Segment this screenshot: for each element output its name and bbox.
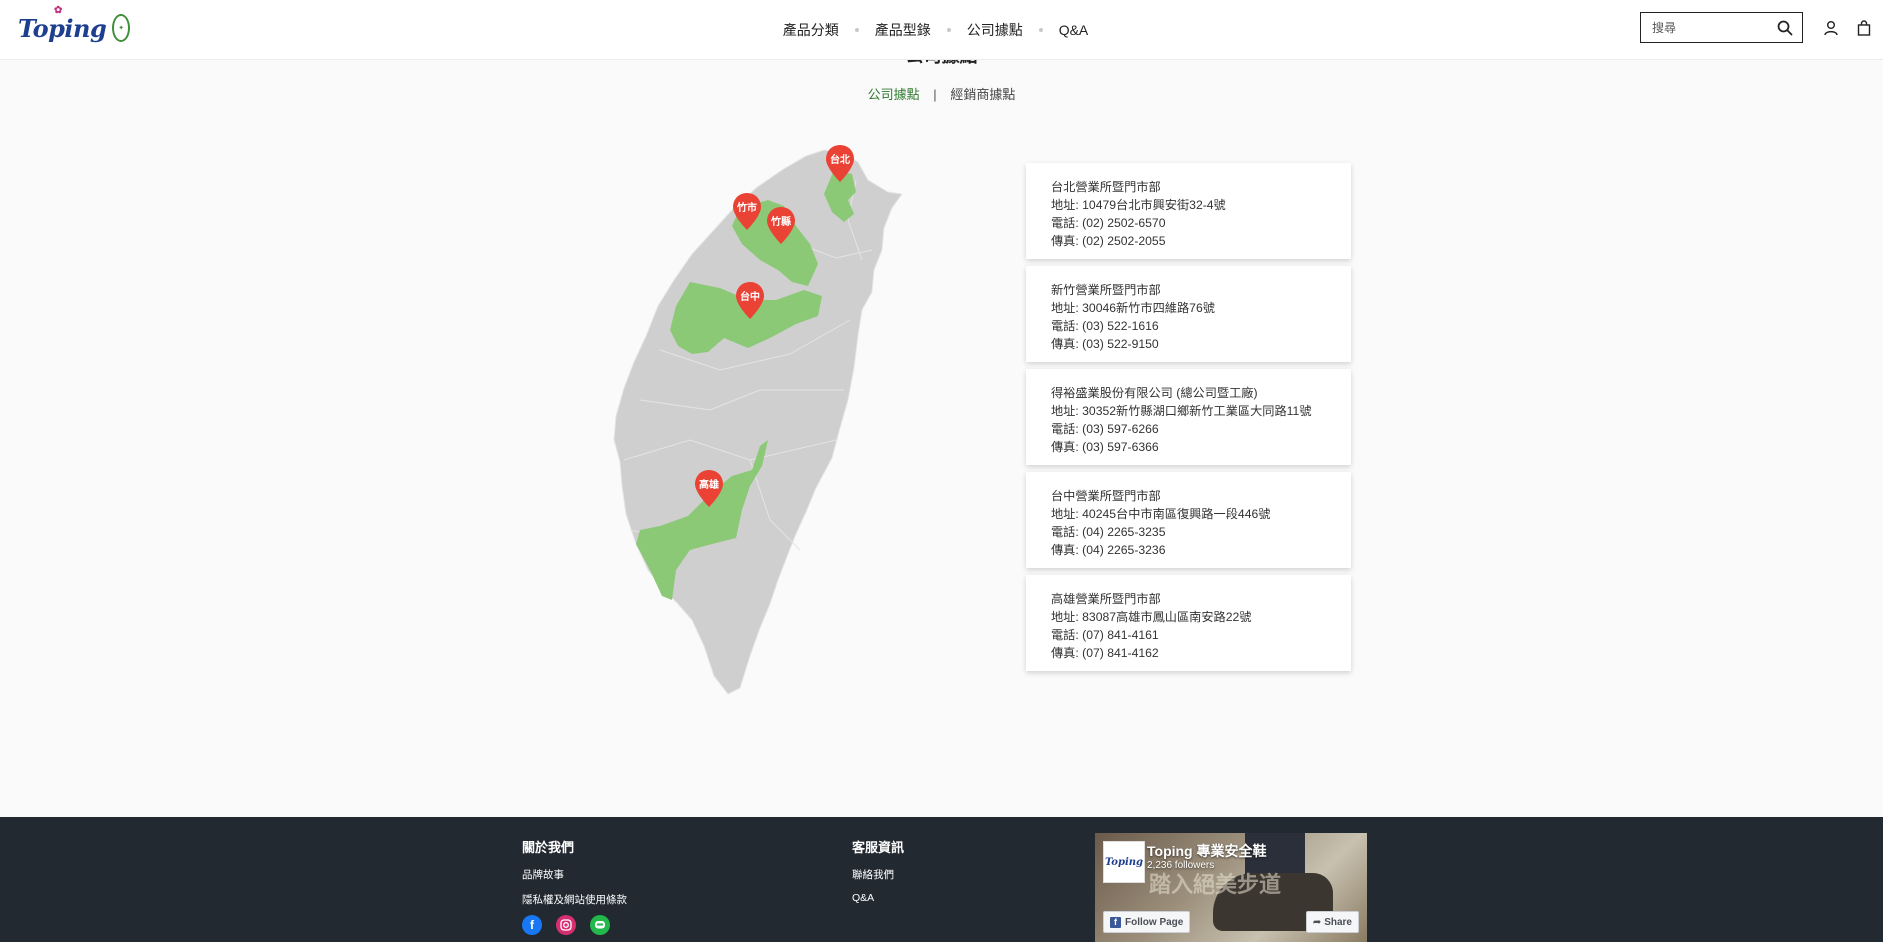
fb-followers-count: 2,236 followers (1147, 860, 1215, 871)
office-phone: 電話: (02) 2502-6570 (1051, 216, 1166, 230)
office-address: 地址: 40245台中市南區復興路一段446號 (1051, 507, 1271, 521)
line-icon[interactable] (590, 915, 610, 935)
nav-item-qa[interactable]: Q&A (1055, 22, 1093, 38)
office-phone: 電話: (03) 522-1616 (1051, 319, 1159, 333)
share-icon: ➦ (1312, 916, 1322, 928)
logo-wordmark: ✿ Toping (18, 4, 107, 43)
nav-item-catalog[interactable]: 產品型錄 (871, 20, 935, 40)
facebook-icon[interactable]: f (522, 915, 542, 935)
office-fax: 傳真: (03) 522-9150 (1051, 337, 1159, 351)
footer-service-heading: 客服資訊 (852, 840, 905, 855)
site-footer: 關於我們 品牌故事 隱私權及網站使用條款 客服資訊 聯絡我們 Q&A f 踏入絕… (0, 817, 1883, 942)
footer-link-brand-story[interactable]: 品牌故事 (522, 867, 627, 882)
cart-icon[interactable] (1857, 20, 1871, 36)
fb-page-avatar[interactable]: Toping (1103, 841, 1145, 883)
footer-service-column: 客服資訊 聯絡我們 Q&A (852, 837, 904, 914)
office-address: 地址: 30352新竹縣湖口鄉新竹工業區大同路11號 (1051, 404, 1312, 418)
main-nav: 產品分類 產品型錄 公司據點 Q&A (0, 0, 1883, 59)
map-pin-taipei[interactable] (824, 144, 856, 184)
office-phone: 電話: (07) 841-4161 (1051, 628, 1159, 642)
footer-about-heading: 關於我們 (522, 840, 575, 855)
office-name: 新竹營業所暨門市部 (1051, 283, 1161, 297)
office-fax: 傳真: (02) 2502-2055 (1051, 234, 1166, 248)
account-icon[interactable] (1823, 20, 1839, 36)
location-tabs: 公司據點 | 經銷商據點 (0, 84, 1883, 103)
tab-dealer-locations[interactable]: 經銷商據點 (950, 87, 1015, 102)
office-card-taichung: 台中營業所暨門市部 地址: 40245台中市南區復興路一段446號 電話: (0… (1026, 472, 1351, 568)
fb-page-name[interactable]: Toping 專業安全鞋 (1147, 841, 1267, 861)
office-phone: 電話: (04) 2265-3235 (1051, 525, 1166, 539)
facebook-f-icon: f (1110, 916, 1121, 928)
fb-share-button[interactable]: ➦ Share (1305, 911, 1359, 933)
footer-link-privacy[interactable]: 隱私權及網站使用條款 (522, 892, 627, 907)
map-pin-taichung[interactable] (734, 281, 766, 321)
nav-separator (946, 27, 951, 32)
office-fax: 傳真: (04) 2265-3236 (1051, 543, 1166, 557)
office-fax: 傳真: (03) 597-6366 (1051, 440, 1159, 454)
office-card-taipei: 台北營業所暨門市部 地址: 10479台北市興安街32-4號 電話: (02) … (1026, 163, 1351, 259)
map-pin-hsinchu-city[interactable] (731, 192, 763, 232)
search-icon[interactable] (1777, 20, 1793, 36)
taiwan-map: 台北 竹市 竹縣 台中 高雄 (600, 140, 920, 700)
map-pin-kaohsiung[interactable] (693, 469, 725, 509)
site-logo[interactable]: ✿ Toping ✦ (18, 4, 130, 44)
map-pin-hsinchu-county[interactable] (765, 206, 797, 246)
footer-link-contact[interactable]: 聯絡我們 (852, 867, 904, 882)
search-box (1640, 12, 1803, 43)
footer-about-column: 關於我們 品牌故事 隱私權及網站使用條款 (522, 837, 627, 917)
office-address: 地址: 83087高雄市鳳山區南安路22號 (1051, 610, 1252, 624)
nav-item-categories[interactable]: 產品分類 (779, 20, 843, 40)
office-card-headquarters: 得裕盛業股份有限公司 (總公司暨工廠) 地址: 30352新竹縣湖口鄉新竹工業區… (1026, 369, 1351, 465)
logo-badge-icon: ✦ (112, 14, 130, 42)
office-phone: 電話: (03) 597-6266 (1051, 422, 1159, 436)
facebook-page-widget[interactable]: 踏入絕美步道 Toping Toping 專業安全鞋 2,236 followe… (1095, 833, 1367, 942)
social-links: f (522, 915, 624, 935)
office-name: 台中營業所暨門市部 (1051, 489, 1161, 503)
office-address: 地址: 10479台北市興安街32-4號 (1051, 198, 1226, 212)
office-address: 地址: 30046新竹市四維路76號 (1051, 301, 1215, 315)
bird-icon: ✿ (54, 4, 62, 16)
office-list: 台北營業所暨門市部 地址: 10479台北市興安街32-4號 電話: (02) … (1026, 163, 1351, 678)
office-fax: 傳真: (07) 841-4162 (1051, 646, 1159, 660)
office-card-hsinchu: 新竹營業所暨門市部 地址: 30046新竹市四維路76號 電話: (03) 52… (1026, 266, 1351, 362)
tab-company-locations[interactable]: 公司據點 (868, 87, 920, 102)
nav-separator (854, 27, 859, 32)
nav-separator (1038, 27, 1043, 32)
site-header: ✿ Toping ✦ 產品分類 產品型錄 公司據點 Q&A (0, 0, 1883, 60)
fb-follow-button[interactable]: f Follow Page (1103, 911, 1191, 933)
search-input[interactable] (1650, 19, 1774, 36)
office-name: 得裕盛業股份有限公司 (總公司暨工廠) (1051, 386, 1258, 400)
tab-separator: | (933, 87, 937, 102)
office-name: 台北營業所暨門市部 (1051, 180, 1161, 194)
cover-tagline: 踏入絕美步道 (1149, 872, 1282, 897)
office-card-kaohsiung: 高雄營業所暨門市部 地址: 83087高雄市鳳山區南安路22號 電話: (07)… (1026, 575, 1351, 671)
footer-link-qa[interactable]: Q&A (852, 892, 904, 904)
nav-item-locations[interactable]: 公司據點 (963, 20, 1027, 40)
office-name: 高雄營業所暨門市部 (1051, 592, 1161, 606)
instagram-icon[interactable] (556, 915, 576, 935)
